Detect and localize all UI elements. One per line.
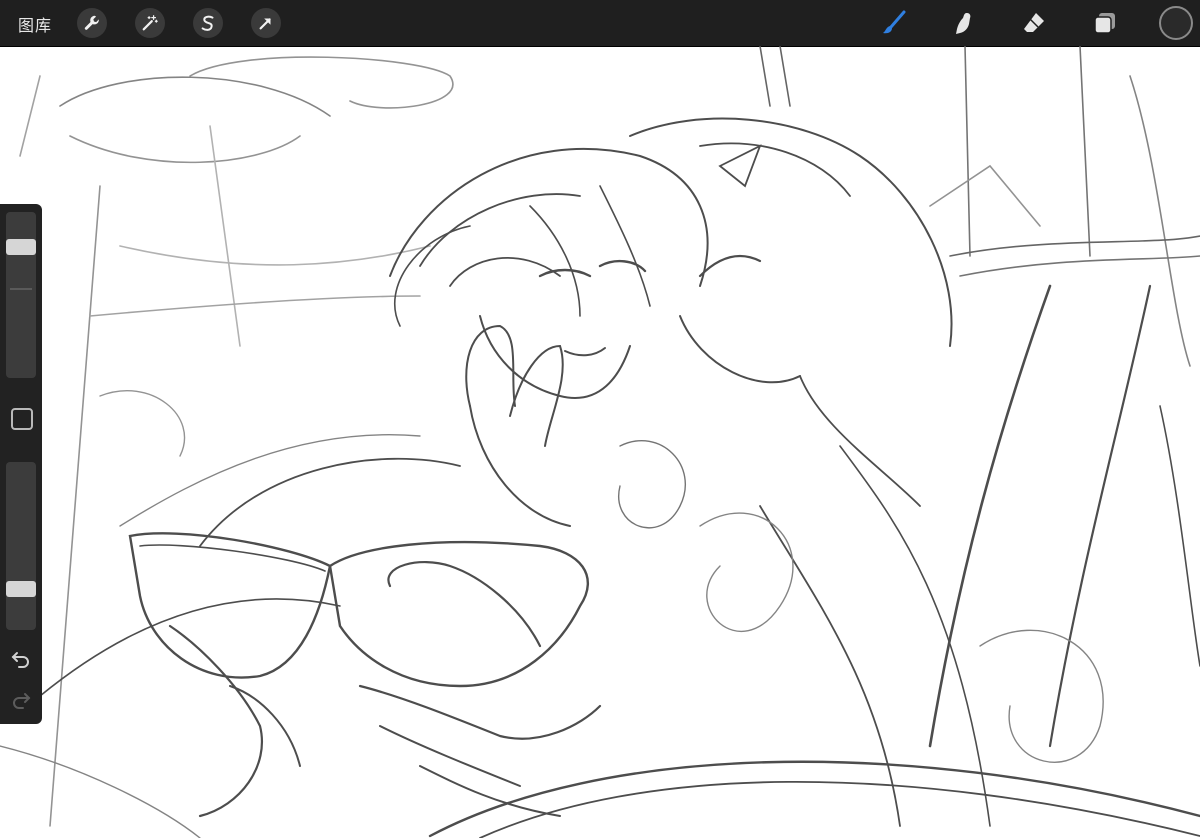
arrow-cursor-icon[interactable]	[251, 8, 281, 38]
smudge-icon[interactable]	[948, 7, 980, 39]
brush-size-thumb[interactable]	[6, 239, 36, 255]
wrench-icon[interactable]	[77, 8, 107, 38]
opacity-slider[interactable]	[6, 462, 36, 630]
gallery-button[interactable]: 图库	[18, 12, 52, 36]
brush-icon[interactable]	[878, 7, 910, 39]
undo-icon[interactable]	[10, 647, 32, 669]
color-picker-button[interactable]	[1159, 6, 1193, 40]
top-toolbar: 图库	[0, 0, 1200, 46]
layers-icon[interactable]	[1089, 7, 1121, 39]
selection-s-icon[interactable]	[193, 8, 223, 38]
eraser-icon[interactable]	[1018, 7, 1050, 39]
opacity-thumb[interactable]	[6, 580, 36, 597]
square-icon[interactable]	[11, 408, 33, 430]
left-sidebar	[0, 204, 42, 724]
magic-wand-icon[interactable]	[135, 8, 165, 38]
sketch-artwork	[0, 46, 1200, 838]
brush-size-slider[interactable]	[6, 212, 36, 378]
redo-icon[interactable]	[10, 688, 32, 710]
drawing-canvas[interactable]	[0, 46, 1200, 838]
